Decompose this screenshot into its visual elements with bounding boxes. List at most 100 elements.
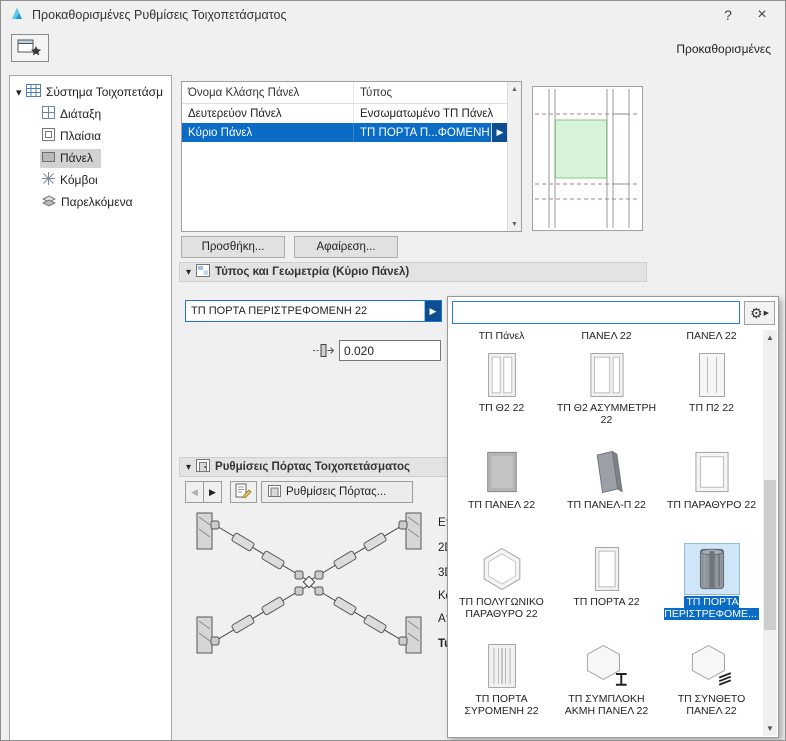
picker-settings-button[interactable]: ⚙ ▶	[744, 301, 775, 325]
joints-icon	[42, 172, 55, 188]
edit-settings-button[interactable]	[230, 481, 257, 503]
door-icon	[580, 544, 634, 594]
panel-type-dropdown[interactable]: ΤΠ ΠΟΡΤΑ ΠΕΡΙΣΤΡΕΦΟΜΕΝΗ 22 ▶	[185, 300, 442, 322]
accessories-icon	[41, 194, 57, 210]
column-header-type[interactable]: Τύπος	[354, 82, 508, 103]
section-header-geometry[interactable]: ▾ Τύπος και Γεωμετρία (Κύριο Πάνελ)	[179, 262, 647, 282]
panel-theta2-asym-icon	[580, 350, 634, 400]
table-scrollbar[interactable]: ▲ ▼	[507, 82, 521, 231]
library-item-1[interactable]: ΤΠ Θ2 22	[449, 345, 554, 442]
selected-panel-type: ΤΠ ΠΟΡΤΑ ΠΕΡΙΣΤΡΕΦΟΜΕΝΗ 22	[191, 305, 368, 317]
nav-forward-button[interactable]: ▶	[203, 481, 222, 503]
forward-icon: ▶	[209, 486, 216, 497]
close-icon[interactable]: ×	[745, 1, 779, 29]
door-settings-tab[interactable]: Ρυθμίσεις Πόρτας...	[261, 481, 413, 503]
sidebar-item-panels[interactable]: Πάνελ	[10, 147, 171, 169]
column-header-name[interactable]: Όνομα Κλάσης Πάνελ	[182, 82, 354, 103]
section-collapse-icon[interactable]: ▾	[186, 267, 191, 278]
library-item-label[interactable]: ΠΑΝΕΛ 22	[659, 330, 763, 345]
table-row-selected[interactable]: Κύριο Πάνελ ΤΠ ΠΟΡΤΑ Π...ΦΟΜΕΝΗ 22 ▶	[182, 123, 508, 142]
section-title: Τύπος και Γεωμετρία (Κύριο Πάνελ)	[215, 266, 410, 278]
tree-item-label: Διάταξη	[60, 107, 102, 121]
library-item-10[interactable]: ΤΠ ΠΟΡΤΑ ΣΥΡΟΜΕΝΗ 22	[449, 636, 554, 733]
library-item-label: ΤΠ ΣΥΝΘΕΤΟ ΠΑΝΕΛ 22	[677, 693, 746, 717]
help-icon[interactable]: ?	[711, 1, 745, 29]
panel-class-name: Κύριο Πάνελ	[182, 123, 354, 142]
nav-back-button[interactable]: ◀	[185, 481, 204, 503]
panel-thickness-input[interactable]	[339, 340, 441, 361]
tree-item-label: Πάνελ	[60, 151, 93, 165]
table-row[interactable]: Δευτερεύον Πάνελ Ενσωματωμένο ΤΠ Πάνελ	[182, 104, 508, 123]
library-item-2[interactable]: ΤΠ Θ2 ΑΣΥΜΜΕΤΡΗ 22	[554, 345, 659, 442]
scroll-down-icon[interactable]: ▼	[508, 217, 521, 231]
library-item-11[interactable]: ΤΠ ΣΥΜΠΛΟΚΗ ΑΚΜΗ ΠΑΝΕΛ 22	[554, 636, 659, 733]
library-item-label: ΤΠ Π2 22	[689, 402, 734, 414]
tree-item-label: Πλαίσια	[60, 129, 102, 143]
panel-icon	[42, 151, 55, 166]
tree-caret-icon[interactable]: ▾	[16, 86, 24, 99]
panel-3d-icon	[580, 447, 634, 497]
panel-thickness-icon	[312, 343, 337, 361]
sidebar-item-joints[interactable]: Κόμβοι	[10, 169, 171, 191]
library-item-6[interactable]: ΤΠ ΠΑΡΑΘΥΡΟ 22	[659, 442, 763, 539]
tree-root-label: Σύστημα Τοιχοπετάσμ	[45, 85, 163, 99]
popup-scrollbar[interactable]: ▲ ▼	[763, 330, 777, 736]
library-item-3[interactable]: ΤΠ Π2 22	[659, 345, 763, 442]
revolving-door-icon	[683, 543, 740, 595]
library-item-label: ΤΠ ΠΑΝΕΛ-Π 22	[567, 499, 646, 511]
panel-solid-icon	[475, 447, 529, 497]
sidebar-item-layout[interactable]: Διάταξη	[10, 103, 171, 125]
library-item-5[interactable]: ΤΠ ΠΑΝΕΛ-Π 22	[554, 442, 659, 539]
panel-theta2-icon	[475, 350, 529, 400]
curtain-wall-preview	[532, 86, 643, 231]
curtain-wall-default-settings-dialog: Προκαθορισμένες Ρυθμίσεις Τοιχοπετάσματο…	[0, 0, 786, 741]
sidebar-item-accessories[interactable]: Παρελκόμενα	[10, 191, 171, 213]
section-title: Ρυθμίσεις Πόρτας Τοιχοπετάσματος	[215, 461, 410, 473]
tree-root-curtain-wall-system[interactable]: ▾ Σύστημα Τοιχοπετάσμ	[10, 81, 171, 103]
library-item-9[interactable]: ΤΠ ΠΟΡΤΑ ΠΕΡΙΣΤΡΕΦΟΜΕ...	[659, 539, 763, 636]
sidebar-item-frames[interactable]: Πλαίσια	[10, 125, 171, 147]
settings-tree: ▾ Σύστημα Τοιχοπετάσμ Διάταξη Πλαίσια Πά…	[9, 75, 172, 740]
curtain-wall-elevation-drawing	[533, 87, 642, 230]
library-item-7[interactable]: ΤΠ ΠΟΛΥΓΩΝΙΚΟ ΠΑΡΑΘΥΡΟ 22	[449, 539, 554, 636]
library-item-label: ΤΠ ΠΟΡΤΑ ΠΕΡΙΣΤΡΕΦΟΜΕ...	[664, 596, 759, 620]
search-input[interactable]	[452, 301, 740, 324]
flyout-arrow-icon: ▶	[429, 305, 437, 316]
frames-icon	[42, 128, 55, 144]
row-flyout-button[interactable]: ▶	[491, 123, 508, 142]
dropdown-flyout-button[interactable]: ▶	[424, 301, 441, 321]
panel-class-table: Όνομα Κλάσης Πάνελ Τύπος Δευτερεύον Πάνε…	[181, 81, 522, 232]
scrolled-row-labels: ΤΠ Πάνελ ΠΑΝΕΛ 22 ΠΑΝΕΛ 22	[449, 330, 763, 345]
panel-type-picker-popup: ⚙ ▶ ΤΠ Πάνελ ΠΑΝΕΛ 22 ΠΑΝΕΛ 22 ΤΠ Θ2 22 Τ…	[447, 296, 779, 738]
library-item-label: ΤΠ Θ2 22	[478, 402, 525, 414]
door-settings-tab-label: Ρυθμίσεις Πόρτας...	[286, 486, 387, 498]
panel-class-type: ΤΠ ΠΟΡΤΑ Π...ΦΟΜΕΝΗ 22	[360, 126, 491, 139]
layout-icon	[42, 106, 55, 122]
tree-item-label: Κόμβοι	[60, 173, 98, 187]
library-item-label: ΤΠ ΠΟΡΤΑ 22	[573, 596, 640, 608]
library-item-12[interactable]: ΤΠ ΣΥΝΘΕΤΟ ΠΑΝΕΛ 22	[659, 636, 763, 733]
section-collapse-icon[interactable]: ▾	[186, 462, 191, 473]
scroll-down-icon[interactable]: ▼	[763, 721, 777, 736]
library-item-4[interactable]: ΤΠ ΠΑΝΕΛ 22	[449, 442, 554, 539]
favorites-button[interactable]	[11, 34, 49, 62]
library-item-label: ΤΠ ΠΑΝΕΛ 22	[467, 499, 536, 511]
library-item-label[interactable]: ΠΑΝΕΛ 22	[554, 330, 659, 345]
scroll-up-icon[interactable]: ▲	[763, 330, 777, 345]
flyout-arrow-icon: ▶	[763, 310, 769, 317]
library-item-8[interactable]: ΤΠ ΠΟΡΤΑ 22	[554, 539, 659, 636]
tree-item-label: Παρελκόμενα	[61, 195, 133, 209]
add-button[interactable]: Προσθήκη...	[181, 236, 285, 258]
library-item-label: ΤΠ ΣΥΜΠΛΟΚΗ ΑΚΜΗ ΠΑΝΕΛ 22	[564, 693, 649, 717]
composite-panel-icon	[685, 641, 739, 691]
library-item-label: ΤΠ ΠΟΡΤΑ ΣΥΡΟΜΕΝΗ 22	[464, 693, 539, 717]
gear-icon: ⚙	[750, 305, 763, 321]
title-bar: Προκαθορισμένες Ρυθμίσεις Τοιχοπετάσματο…	[1, 1, 785, 29]
dialog-title: Προκαθορισμένες Ρυθμίσεις Τοιχοπετάσματο…	[32, 8, 287, 22]
scroll-up-icon[interactable]: ▲	[508, 82, 521, 96]
scrollbar-thumb[interactable]	[764, 480, 776, 630]
remove-button[interactable]: Αφαίρεση...	[294, 236, 398, 258]
library-item-label[interactable]: ΤΠ Πάνελ	[449, 330, 554, 345]
door-section-icon	[196, 459, 211, 475]
panel-class-name: Δευτερεύον Πάνελ	[182, 104, 354, 123]
